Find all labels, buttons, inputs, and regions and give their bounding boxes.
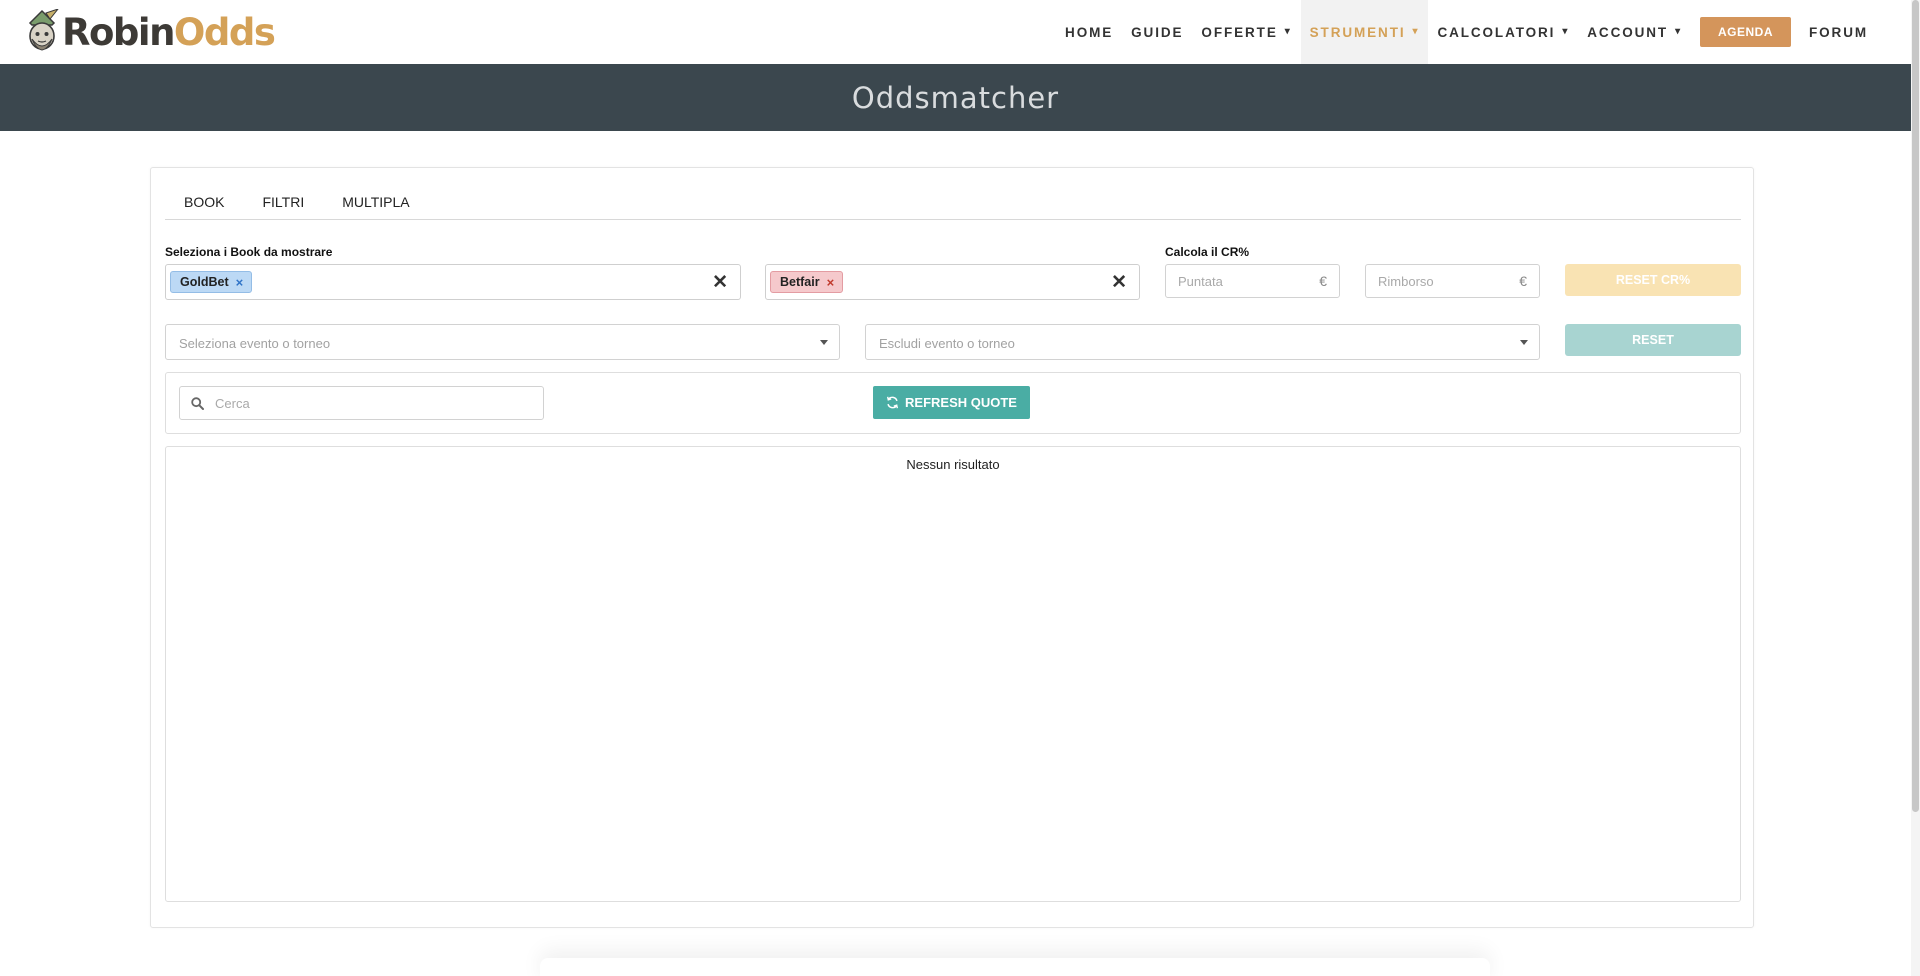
exclude-event-placeholder: Escludi evento o torneo bbox=[879, 336, 1015, 351]
results-table: Nessun risultato bbox=[165, 446, 1741, 902]
results-toolbar: Cerca REFRESH QUOTE bbox=[165, 372, 1741, 434]
tab-book[interactable]: BOOK bbox=[165, 184, 243, 220]
include-event-select[interactable]: Seleziona evento o torneo bbox=[165, 324, 840, 360]
search-input[interactable]: Cerca bbox=[179, 386, 544, 420]
empty-results-message: Nessun risultato bbox=[906, 457, 1000, 472]
refund-input[interactable]: Rimborso € bbox=[1365, 264, 1540, 298]
tag-label: GoldBet bbox=[180, 275, 229, 289]
robinodds-logo[interactable]: RobinOdds bbox=[24, 7, 276, 56]
logo-wordmark: RobinOdds bbox=[62, 10, 276, 54]
scrollbar-thumb[interactable] bbox=[1912, 0, 1919, 812]
footer-edge bbox=[540, 958, 1490, 976]
nav-home[interactable]: HOME bbox=[1056, 0, 1122, 64]
stake-placeholder: Puntata bbox=[1178, 274, 1223, 289]
refresh-quote-button[interactable]: REFRESH QUOTE bbox=[873, 386, 1030, 419]
nav-guide-label: GUIDE bbox=[1131, 24, 1184, 40]
main-menu: HOME GUIDE OFFERTE ▾ STRUMENTI ▾ CALCOLATO… bbox=[1056, 0, 1877, 64]
reset-filters-button[interactable]: RESET bbox=[1565, 324, 1741, 356]
agenda-button[interactable]: AGENDA bbox=[1699, 17, 1791, 47]
nav-calcolatori-label: CALCOLATORI bbox=[1437, 24, 1556, 40]
search-icon bbox=[191, 397, 204, 410]
chevron-down-icon: ▾ bbox=[1412, 25, 1420, 37]
exclude-event-select[interactable]: Escludi evento o torneo bbox=[865, 324, 1540, 360]
clear-selection-icon[interactable]: ✕ bbox=[1111, 271, 1127, 294]
logo-text-odds: Odds bbox=[173, 10, 276, 54]
refresh-icon bbox=[887, 396, 899, 409]
nav-offerte[interactable]: OFFERTE ▾ bbox=[1192, 0, 1300, 64]
nav-calcolatori[interactable]: CALCOLATORI ▾ bbox=[1428, 0, 1578, 64]
page-title-banner: Oddsmatcher bbox=[0, 64, 1911, 131]
remove-tag-icon[interactable]: × bbox=[827, 275, 835, 290]
nav-guide[interactable]: GUIDE bbox=[1122, 0, 1192, 64]
bookmaker-multiselect[interactable]: GoldBet × ✕ bbox=[165, 264, 741, 300]
chevron-down-icon: ▾ bbox=[1284, 25, 1292, 37]
caret-down-icon bbox=[820, 340, 828, 345]
include-event-placeholder: Seleziona evento o torneo bbox=[179, 336, 331, 351]
exchange-tag-betfair: Betfair × bbox=[770, 271, 844, 293]
stake-input[interactable]: Puntata € bbox=[1165, 264, 1340, 298]
tab-filtri[interactable]: FILTRI bbox=[243, 184, 323, 220]
logo-text-robin: Robin bbox=[62, 10, 175, 54]
book-select-label: Seleziona i Book da mostrare bbox=[165, 245, 333, 259]
top-navigation-bar: RobinOdds HOME GUIDE OFFERTE ▾ STRUMENTI ▾… bbox=[0, 0, 1911, 64]
robin-hood-mascot-icon bbox=[24, 7, 60, 55]
reset-cr-button[interactable]: RESET CR% bbox=[1565, 264, 1741, 296]
euro-icon: € bbox=[1519, 273, 1527, 289]
oddsmatcher-panel: BOOK FILTRI MULTIPLA Seleziona i Book da… bbox=[150, 167, 1754, 928]
search-placeholder: Cerca bbox=[215, 396, 250, 411]
nav-forum-label: FORUM bbox=[1809, 24, 1868, 40]
nav-account-label: ACCOUNT bbox=[1587, 24, 1669, 40]
nav-strumenti-label: STRUMENTI bbox=[1309, 24, 1406, 40]
nav-account[interactable]: ACCOUNT ▾ bbox=[1578, 0, 1691, 64]
page-title: Oddsmatcher bbox=[851, 80, 1060, 115]
cr-calc-label: Calcola il CR% bbox=[1165, 245, 1250, 259]
nav-strumenti[interactable]: STRUMENTI ▾ bbox=[1300, 0, 1429, 64]
oddsmatcher-tabs: BOOK FILTRI MULTIPLA bbox=[165, 184, 1741, 220]
bookmaker-tag-goldbet: GoldBet × bbox=[170, 271, 253, 293]
nav-home-label: HOME bbox=[1065, 24, 1114, 40]
tab-multipla[interactable]: MULTIPLA bbox=[323, 184, 428, 220]
remove-tag-icon[interactable]: × bbox=[236, 275, 244, 290]
refresh-quote-label: REFRESH QUOTE bbox=[905, 395, 1017, 410]
page-scrollbar[interactable] bbox=[1911, 0, 1920, 976]
refund-placeholder: Rimborso bbox=[1378, 274, 1434, 289]
clear-selection-icon[interactable]: ✕ bbox=[712, 271, 728, 294]
nav-forum[interactable]: FORUM bbox=[1800, 0, 1877, 64]
exchange-multiselect[interactable]: Betfair × ✕ bbox=[765, 264, 1140, 300]
chevron-down-icon: ▾ bbox=[1675, 25, 1682, 37]
nav-offerte-label: OFFERTE bbox=[1201, 24, 1278, 40]
chevron-down-icon: ▾ bbox=[1562, 25, 1570, 37]
caret-down-icon bbox=[1520, 340, 1528, 345]
euro-icon: € bbox=[1319, 273, 1327, 289]
tag-label: Betfair bbox=[780, 275, 820, 289]
